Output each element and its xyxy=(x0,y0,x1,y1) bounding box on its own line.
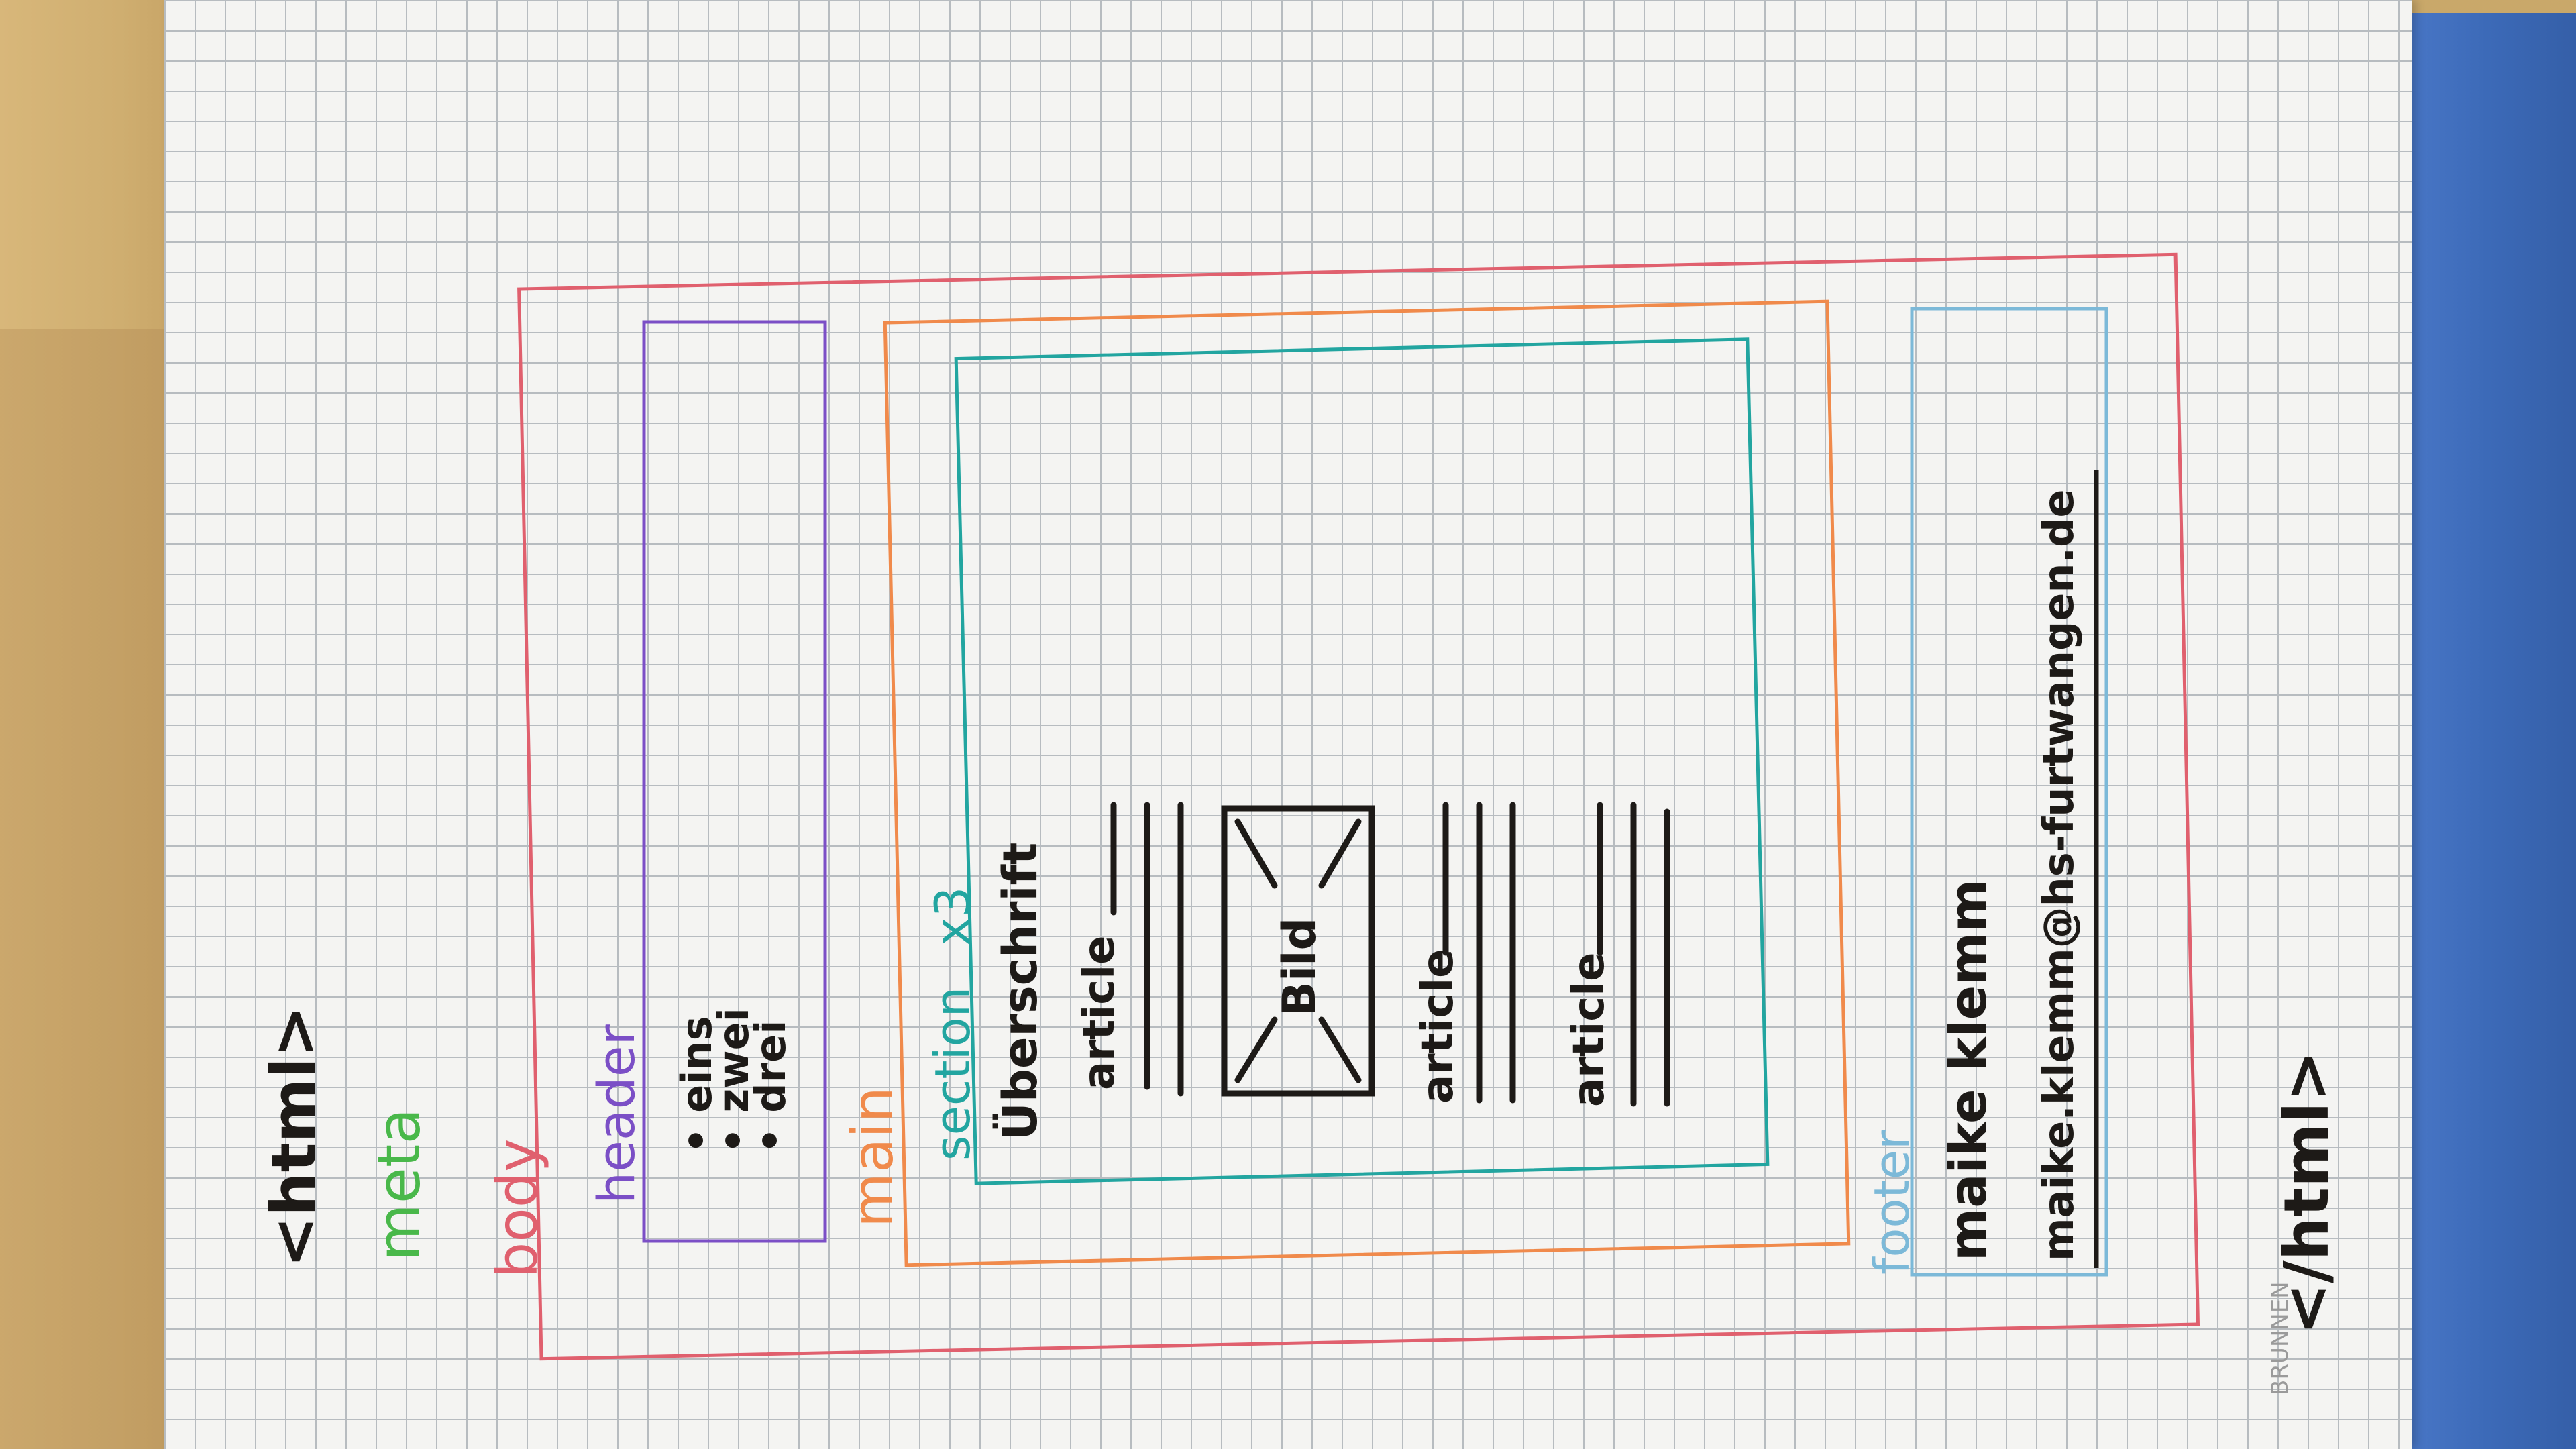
paper-brand-text: BRUNNEN xyxy=(2267,1281,2294,1395)
body-label: body xyxy=(484,1138,550,1278)
footer-email: maike.klemm@hs-furtwangen.de xyxy=(2034,489,2083,1261)
article-3-label: article xyxy=(1564,952,1614,1107)
footer-name: maike klemm xyxy=(1938,879,1998,1261)
layout-sketch: <html> meta body header • eins • zwei • … xyxy=(258,252,2343,1395)
html-open-text: <html> xyxy=(258,1006,330,1268)
footer-label: footer xyxy=(1864,1130,1920,1275)
article-2-label: article xyxy=(1413,949,1463,1104)
meta-label: meta xyxy=(364,1108,433,1261)
header-list-item-3: • drei xyxy=(746,1020,795,1154)
header-label: header xyxy=(586,1024,646,1204)
section-label: section xyxy=(924,987,981,1161)
main-label: main xyxy=(840,1087,906,1228)
image-label: Bild xyxy=(1273,918,1326,1016)
heading-label: Überschrift xyxy=(993,843,1048,1140)
section-count: x3 xyxy=(924,887,981,946)
article-1-label: article xyxy=(1075,935,1124,1090)
